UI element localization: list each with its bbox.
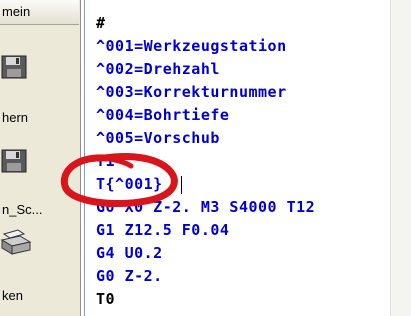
code-editor[interactable]: # ^001=Werkzeugstation ^002=Drehzahl ^00… [84,0,392,316]
code-line: ^004=Bohrtiefe [96,106,230,124]
vertical-scrollbar[interactable] [390,0,411,316]
code-line: ^001=Werkzeugstation [96,37,287,55]
toolbar-tab-label: mein [2,4,31,19]
toolbar-tab[interactable]: mein [0,0,79,25]
toolbar-panel: mein hern n_Sc... ken [0,0,81,316]
text-caret [181,176,182,194]
tool-label-4: ken [2,288,23,303]
code-line: T0 [96,290,116,308]
print-icon [0,229,32,255]
code-line: ^005=Vorschub [96,129,220,147]
code-line: ^002=Drehzahl [96,60,220,78]
print-button[interactable]: ken [0,228,78,303]
code-line: G0 Z-2. [96,267,163,285]
code-line: ^003=Korrekturnummer [96,83,287,101]
code-line: G1 Z12.5 F0.04 [96,221,230,239]
code-line: # [96,14,106,32]
save-button[interactable] [0,52,78,110]
tool-label-3: n_Sc... [2,202,43,217]
save-as-icon [1,149,27,173]
code-line: G4 U0.2 [96,244,163,262]
tool-label-2: hern [2,110,29,125]
code-line: G0 X0 Z-2. M3 S4000 T12 [96,198,316,216]
code-line: T{^001} [96,175,163,193]
save-icon [1,55,27,79]
code-line: T1 [96,152,116,170]
screenshot-button[interactable]: n_Sc... [0,146,78,217]
